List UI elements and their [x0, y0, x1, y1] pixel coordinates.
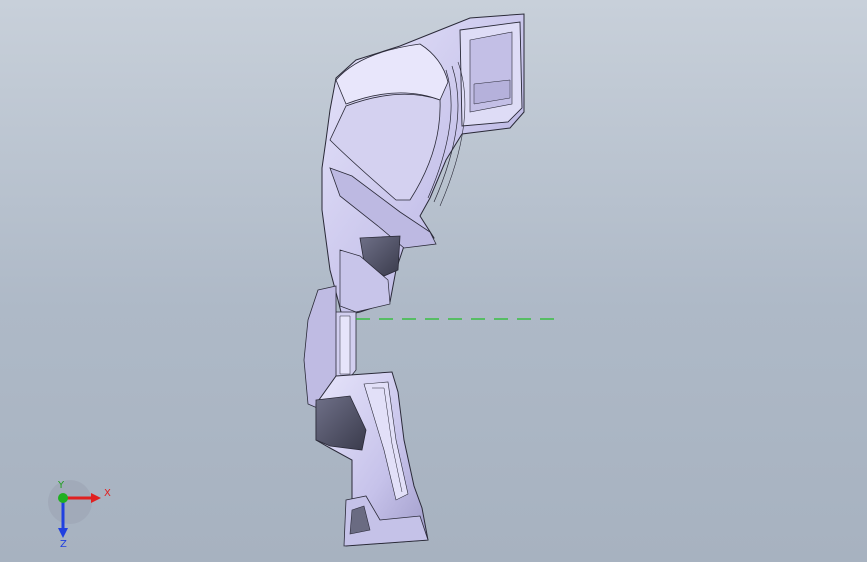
z-axis-label: Z [60, 539, 67, 548]
x-axis-label: X [104, 488, 111, 499]
y-axis-icon [58, 493, 68, 503]
graphics-viewport[interactable]: X Y Z [0, 0, 867, 562]
coordinate-triad: X Y Z [48, 480, 111, 548]
y-axis-label: Y [57, 480, 65, 491]
model-part[interactable] [0, 0, 867, 562]
triad-shadow-icon [48, 480, 92, 524]
